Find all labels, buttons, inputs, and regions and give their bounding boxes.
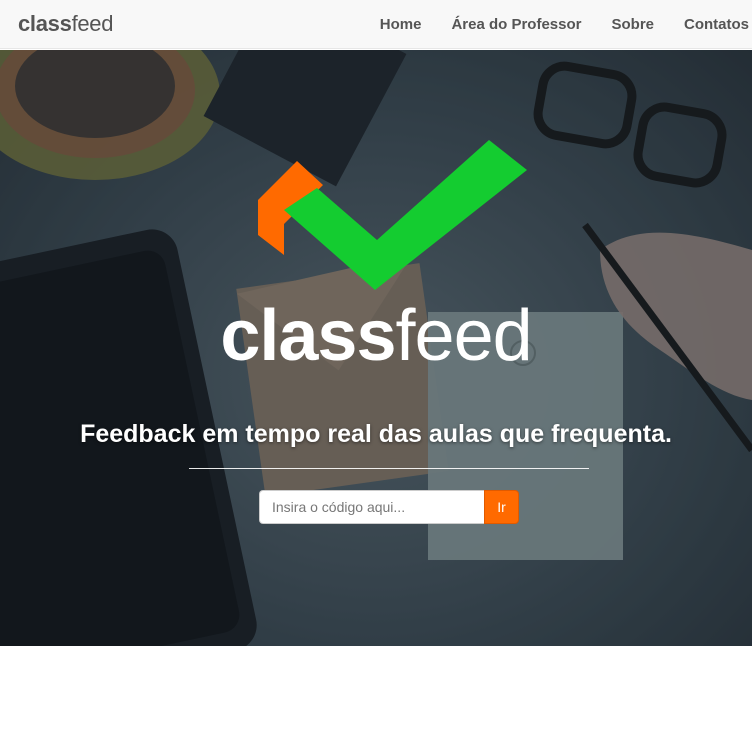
hero-logo-text: classfeed [0, 300, 752, 372]
nav-home[interactable]: Home [380, 16, 422, 33]
classfeed-check-logo [258, 140, 527, 290]
nav-contatos[interactable]: Contatos [684, 16, 749, 33]
nav-area-professor[interactable]: Área do Professor [451, 16, 581, 33]
hero-section: classfeed Feedback em tempo real das aul… [0, 50, 752, 646]
code-search-form: Ir [259, 490, 519, 524]
hero-tagline: Feedback em tempo real das aulas que fre… [80, 420, 672, 448]
hero-logo-light: feed [395, 296, 533, 376]
hero-logo-bold: class [220, 296, 396, 376]
navbar: classfeed Home Área do Professor Sobre C… [0, 0, 752, 49]
brand-part-light: feed [71, 11, 114, 36]
nav-menu: Home Área do Professor Sobre Contatos [350, 16, 749, 33]
go-button[interactable]: Ir [484, 490, 519, 524]
brand-part-bold: class [18, 11, 72, 36]
code-input[interactable] [259, 490, 484, 524]
nav-sobre[interactable]: Sobre [611, 16, 654, 33]
hero-divider [189, 468, 589, 469]
brand-logo[interactable]: classfeed [18, 11, 113, 37]
